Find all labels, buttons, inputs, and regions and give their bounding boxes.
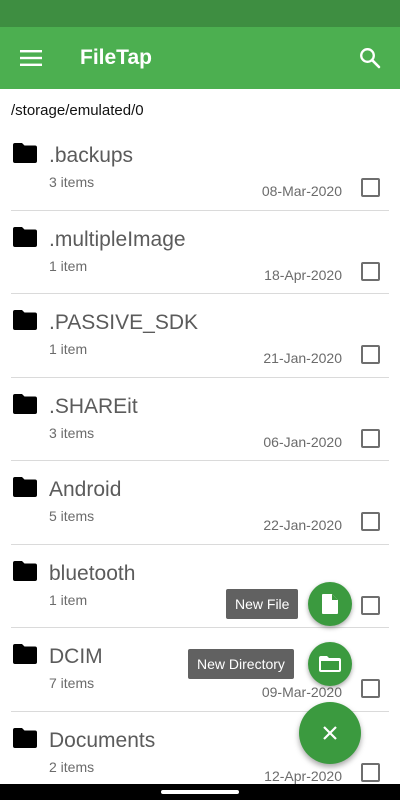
modified-date: 22-Jan-2020 <box>263 517 342 533</box>
new-directory-label[interactable]: New Directory <box>188 649 294 679</box>
hamburger-menu-icon <box>20 50 42 66</box>
select-checkbox[interactable] <box>361 762 380 782</box>
new-folder-icon <box>319 656 341 672</box>
select-checkbox[interactable] <box>361 679 380 698</box>
new-file-button[interactable] <box>308 582 352 626</box>
folder-icon <box>13 143 37 163</box>
file-list-item[interactable]: .multipleImage 1 item 18-Apr-2020 <box>0 211 400 294</box>
select-checkbox[interactable] <box>361 595 380 615</box>
menu-button[interactable] <box>12 39 50 77</box>
select-checkbox[interactable] <box>361 345 380 364</box>
search-icon <box>360 48 381 69</box>
folder-icon <box>13 477 37 497</box>
close-icon <box>323 726 337 740</box>
file-name: Documents <box>49 728 156 752</box>
new-file-icon <box>322 594 338 614</box>
modified-date: 09-Mar-2020 <box>261 684 342 700</box>
modified-date: 08-Mar-2020 <box>261 183 342 199</box>
file-name: .backups <box>49 144 134 167</box>
app-title: FileTap <box>80 46 152 69</box>
app-bar: FileTap <box>0 27 400 89</box>
folder-icon <box>13 727 37 748</box>
file-name: Android <box>49 478 122 501</box>
item-count: 5 items <box>49 508 95 524</box>
folder-icon <box>13 393 37 414</box>
item-count: 1 item <box>49 341 88 357</box>
file-name: DCIM <box>49 645 103 668</box>
item-count: 2 items <box>49 758 95 775</box>
folder-icon <box>13 644 37 664</box>
file-list-item[interactable]: .backups 3 items 08-Mar-2020 <box>0 127 400 211</box>
select-checkbox[interactable] <box>361 178 380 197</box>
new-directory-button[interactable] <box>308 642 352 686</box>
item-count: 7 items <box>49 675 95 691</box>
file-name: .SHAREit <box>49 394 138 418</box>
file-name: .PASSIVE_SDK <box>49 311 199 334</box>
file-list-item[interactable]: .PASSIVE_SDK 1 item 21-Jan-2020 <box>0 294 400 378</box>
select-checkbox[interactable] <box>361 512 380 531</box>
folder-icon <box>13 226 37 247</box>
file-list-item[interactable]: Android 5 items 22-Jan-2020 <box>0 461 400 545</box>
file-name: bluetooth <box>49 561 136 585</box>
modified-date: 18-Apr-2020 <box>264 266 342 283</box>
item-count: 1 item <box>49 591 88 608</box>
select-checkbox[interactable] <box>361 261 380 281</box>
item-count: 3 items <box>49 174 95 190</box>
close-fab-button[interactable] <box>299 702 361 764</box>
modified-date: 21-Jan-2020 <box>263 350 342 366</box>
folder-icon <box>13 310 37 330</box>
home-gesture-handle[interactable] <box>161 790 239 794</box>
file-name: .multipleImage <box>49 227 186 251</box>
status-bar <box>0 0 400 27</box>
file-list: .backups 3 items 08-Mar-2020 .multipleImage… <box>0 127 400 795</box>
folder-icon <box>13 560 37 581</box>
modified-date: 06-Jan-2020 <box>263 433 342 450</box>
new-file-label[interactable]: New File <box>226 589 299 619</box>
search-button[interactable] <box>352 40 388 76</box>
select-checkbox[interactable] <box>361 428 380 448</box>
item-count: 1 item <box>49 257 88 274</box>
modified-date: 12-Apr-2020 <box>264 767 342 784</box>
item-count: 3 items <box>49 424 95 441</box>
file-list-item[interactable]: .SHAREit 3 items 06-Jan-2020 <box>0 378 400 461</box>
current-path: /storage/emulated/0 <box>11 102 144 119</box>
